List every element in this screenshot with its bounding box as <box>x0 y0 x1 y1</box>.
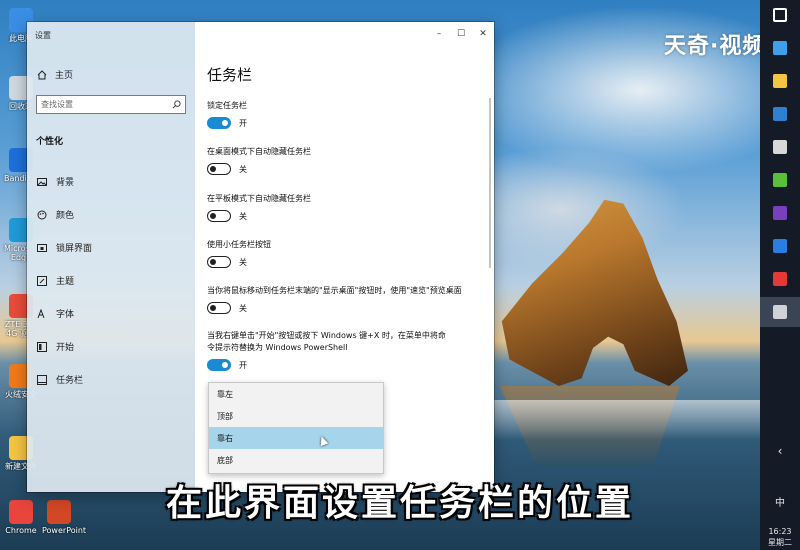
setting-powershell: 当我右键单击"开始"按钮或按下 Windows 键+X 时，在菜单中将命令提示符… <box>207 330 447 371</box>
sidebar-item-taskbar[interactable]: 任务栏 <box>37 373 83 386</box>
desktop-icon-label: PowerPoint <box>42 526 87 535</box>
taskbar-icon <box>37 374 47 385</box>
taskbar-button[interactable] <box>760 198 800 228</box>
font-icon <box>37 308 45 318</box>
palette-icon <box>37 210 47 219</box>
taskbar-button[interactable] <box>760 132 800 162</box>
sidebar-item-background[interactable]: 背景 <box>37 175 74 188</box>
sidebar-item-colors[interactable]: 颜色 <box>37 208 74 221</box>
toggle-state: 开 <box>239 360 247 370</box>
windows-start-icon <box>773 8 787 22</box>
taskbar-button[interactable] <box>760 0 800 30</box>
beach-foam <box>490 400 760 440</box>
sidebar-item-lock-screen[interactable]: 锁屏界面 <box>37 241 92 254</box>
home-label: 主页 <box>55 71 74 81</box>
setting-small-buttons: 使用小任务栏按钮 关 <box>207 239 477 268</box>
video-subtitle: 在此界面设置任务栏的位置 <box>165 483 634 524</box>
wps-icon <box>773 272 787 286</box>
toggle-state: 开 <box>239 118 247 128</box>
brush-icon <box>37 275 47 286</box>
clock-time[interactable]: 16:23 <box>760 526 800 537</box>
taskbar-button[interactable] <box>760 231 800 261</box>
setting-label: 在桌面模式下自动隐藏任务栏 <box>207 147 311 156</box>
sidebar-item-label: 背景 <box>56 178 75 188</box>
toggle-state: 关 <box>239 211 247 221</box>
search-icon <box>172 100 181 109</box>
watermark: 天奇·视频 <box>664 34 766 59</box>
sidebar-item-label: 颜色 <box>56 211 75 221</box>
setting-label: 在平板模式下自动隐藏任务栏 <box>207 194 311 203</box>
lock-taskbar-toggle[interactable] <box>207 117 231 129</box>
sidebar-item-fonts[interactable]: 字体 <box>37 307 74 320</box>
settings-sidebar: 设置 主页 查找设置 个性化 背景 颜色 锁屏界面 主题 字体 开始 任务栏 <box>27 22 195 492</box>
sidebar-item-label: 锁屏界面 <box>56 244 93 254</box>
home-icon <box>37 69 47 79</box>
toggle-state: 关 <box>239 257 247 267</box>
file-explorer-icon <box>773 74 787 88</box>
ie-icon <box>773 41 787 55</box>
dropdown-option-left[interactable]: 靠左 <box>209 383 383 405</box>
premiere-icon <box>773 206 787 220</box>
setting-autohide-tablet: 在平板模式下自动隐藏任务栏 关 <box>207 193 477 222</box>
taskbar-button[interactable] <box>760 33 800 63</box>
setting-label: 使用小任务栏按钮 <box>207 240 271 249</box>
taskbar-button[interactable] <box>760 99 800 129</box>
upload-icon <box>773 173 787 187</box>
sidebar-item-label: 开始 <box>56 343 75 353</box>
home-nav-item[interactable]: 主页 <box>37 68 73 81</box>
peek-toggle[interactable] <box>207 302 231 314</box>
settings-window: 设置 主页 查找设置 个性化 背景 颜色 锁屏界面 主题 字体 开始 任务栏 –… <box>27 22 494 492</box>
scrollbar[interactable] <box>489 98 491 268</box>
setting-autohide-desktop: 在桌面模式下自动隐藏任务栏 关 <box>207 146 477 175</box>
setting-lock-taskbar: 锁定任务栏 开 <box>207 100 477 129</box>
image-icon <box>37 177 47 186</box>
setting-peek: 当你将鼠标移动到任务栏末端的"显示桌面"按钮时，使用"速览"预览桌面 关 <box>207 285 477 314</box>
powershell-toggle[interactable] <box>207 359 231 371</box>
taskbar-button[interactable] <box>760 297 800 327</box>
dropdown-option-bottom[interactable]: 底部 <box>209 449 383 471</box>
start-icon <box>37 341 47 352</box>
search-placeholder: 查找设置 <box>41 100 73 109</box>
settings-content: – ☐ ✕ 任务栏 锁定任务栏 开 在桌面模式下自动隐藏任务栏 关 在平板模式下… <box>195 22 494 492</box>
close-button[interactable]: ✕ <box>472 24 494 44</box>
small-buttons-toggle[interactable] <box>207 256 231 268</box>
autohide-tablet-toggle[interactable] <box>207 210 231 222</box>
setting-label: 锁定任务栏 <box>207 101 247 110</box>
desktop-icon-label: Chrome <box>5 526 37 535</box>
toggle-state: 关 <box>239 303 247 313</box>
setting-label: 当我右键单击"开始"按钮或按下 Windows 键+X 时，在菜单中将命令提示符… <box>207 331 446 352</box>
dropdown-option-right[interactable]: 靠右 <box>209 427 383 449</box>
caption-buttons: – ☐ ✕ <box>428 24 494 44</box>
taskbar-button[interactable] <box>760 165 800 195</box>
search-input[interactable]: 查找设置 <box>36 95 186 114</box>
page-title: 任务栏 <box>207 66 253 84</box>
app-icon <box>773 140 787 154</box>
window-title: 设置 <box>35 31 51 40</box>
sidebar-item-start[interactable]: 开始 <box>37 340 74 353</box>
setting-label: 当你将鼠标移动到任务栏末端的"显示桌面"按钮时，使用"速览"预览桌面 <box>207 286 462 295</box>
taskbar-button[interactable] <box>760 264 800 294</box>
sidebar-item-label: 任务栏 <box>56 376 84 386</box>
autohide-desktop-toggle[interactable] <box>207 163 231 175</box>
settings-gear-icon <box>773 305 787 319</box>
dropdown-option-top[interactable]: 顶部 <box>209 405 383 427</box>
tray-chevron-icon[interactable]: ‹ <box>760 445 800 457</box>
taskbar-position-dropdown[interactable]: 靠左 顶部 靠右 底部 <box>208 382 384 474</box>
clock-weekday: 星期二 <box>768 538 792 547</box>
phone-icon <box>773 239 787 253</box>
maximize-button[interactable]: ☐ <box>450 24 472 44</box>
sidebar-item-themes[interactable]: 主题 <box>37 274 74 287</box>
taskbar: ‹ 中 16:23 星期二 <box>760 0 800 550</box>
sidebar-item-label: 字体 <box>56 310 75 320</box>
minimize-button[interactable]: – <box>428 24 450 44</box>
section-heading: 个性化 <box>36 137 64 147</box>
store-icon <box>773 107 787 121</box>
sidebar-item-label: 主题 <box>56 277 75 287</box>
toggle-state: 关 <box>239 164 247 174</box>
taskbar-button[interactable] <box>760 66 800 96</box>
lock-screen-icon <box>37 243 47 252</box>
